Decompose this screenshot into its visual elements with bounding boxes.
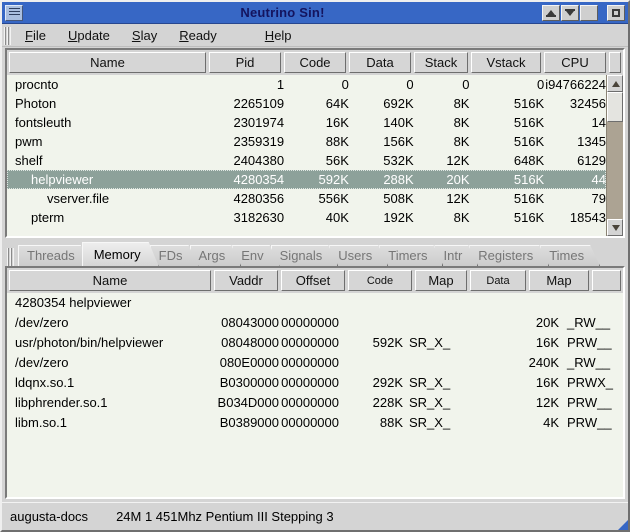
mem-col-header-vaddr[interactable]: Vaddr (214, 270, 278, 291)
hostname-label: augusta-docs (10, 509, 88, 524)
process-row-pterm[interactable]: pterm318263040K192K8K516K18543 (7, 208, 606, 227)
close-button[interactable] (607, 5, 625, 21)
menu-help[interactable]: Help (255, 26, 304, 45)
mem-col-header-code[interactable]: Code (348, 270, 412, 291)
tab-timers[interactable]: Timers (379, 245, 443, 266)
process-row-photon[interactable]: Photon226510964K692K8K516K32456 (7, 94, 606, 113)
arrow-up-icon (612, 81, 620, 87)
memory-row-ldqnx[interactable]: ldqnx.so.1B030000000000000292KSR_X_16KPR… (7, 373, 623, 393)
window-menu-button[interactable] (5, 5, 23, 21)
scrollbar-trough[interactable] (607, 122, 623, 219)
col-header-code[interactable]: Code (284, 52, 346, 73)
col-header-vstack[interactable]: Vstack (471, 52, 541, 73)
process-table-header: Name Pid Code Data Stack Vstack CPU (7, 50, 623, 75)
window-controls (542, 5, 625, 21)
process-row-shelf[interactable]: shelf240438056K532K12K648K6129 (7, 151, 606, 170)
mem-col-header-map2[interactable]: Map (529, 270, 589, 291)
menu-file[interactable]: File (15, 26, 58, 45)
memory-row-title[interactable]: 4280354 helpviewer (7, 293, 623, 313)
hamburger-icon (9, 8, 20, 17)
memory-row-devzero-1[interactable]: /dev/zero080430000000000020K_RW__ (7, 313, 623, 333)
detail-tab-bar: Threads Memory FDs Args Env Signals User… (5, 241, 625, 266)
expand-down-icon (566, 11, 574, 16)
tab-threads[interactable]: Threads (18, 245, 91, 266)
menubar-grip[interactable] (4, 27, 11, 45)
expand-button[interactable] (561, 5, 579, 21)
resize-grip[interactable] (618, 520, 628, 530)
col-header-data[interactable]: Data (349, 52, 411, 73)
header-spacer (609, 52, 621, 73)
scroll-down-button[interactable] (607, 219, 623, 236)
memory-table-panel: Name Vaddr Offset Code Map Data Map 4280… (5, 266, 625, 499)
tab-times[interactable]: Times (540, 245, 600, 266)
window-title: Neutrino Sin! (23, 5, 542, 20)
mem-col-header-data[interactable]: Data (470, 270, 526, 291)
app-window: Neutrino Sin! File Update Slay Ready Hel… (0, 0, 630, 532)
mem-col-header-offset[interactable]: Offset (281, 270, 345, 291)
process-row-pwm[interactable]: pwm235931988K156K8K516K1345 (7, 132, 606, 151)
scrollbar-thumb[interactable] (607, 92, 623, 122)
col-header-stack[interactable]: Stack (414, 52, 468, 73)
mem-col-header-name[interactable]: Name (9, 270, 211, 291)
arrow-down-icon (612, 225, 620, 231)
title-bar[interactable]: Neutrino Sin! (2, 2, 628, 24)
process-row-helpviewer-selected[interactable]: helpviewer4280354592K288K20K516K44 (7, 170, 606, 189)
col-header-pid[interactable]: Pid (209, 52, 281, 73)
collapse-button[interactable] (542, 5, 560, 21)
restore-square-icon (612, 9, 620, 17)
menu-ready[interactable]: Ready (169, 26, 229, 45)
tab-users[interactable]: Users (329, 245, 388, 266)
memory-row-libphrender[interactable]: libphrender.so.1B034D00000000000228KSR_X… (7, 393, 623, 413)
process-row-procnto[interactable]: procnto10000i94766224 (7, 75, 606, 94)
col-header-name[interactable]: Name (9, 52, 206, 73)
memory-rows: 4280354 helpviewer /dev/zero080430000000… (7, 293, 623, 497)
col-header-cpu[interactable]: CPU (544, 52, 606, 73)
tab-memory[interactable]: Memory (82, 242, 159, 266)
menu-update[interactable]: Update (58, 26, 122, 45)
process-table-panel: Name Pid Code Data Stack Vstack CPU proc… (5, 48, 625, 238)
mem-col-header-map[interactable]: Map (415, 270, 467, 291)
memory-row-libm[interactable]: libm.so.1B03890000000000088KSR_X_4KPRW__ (7, 413, 623, 433)
process-rows: procnto10000i94766224 Photon226510964K69… (7, 75, 606, 236)
menu-slay[interactable]: Slay (122, 26, 169, 45)
tabbar-grip[interactable] (7, 248, 14, 266)
memory-row-devzero-2[interactable]: /dev/zero080E000000000000240K_RW__ (7, 353, 623, 373)
process-row-vserver-file[interactable]: vserver.file4280356556K508K12K516K79 (7, 189, 606, 208)
mem-header-spacer (592, 270, 621, 291)
menu-bar: File Update Slay Ready Help (2, 25, 628, 47)
system-info-label: 24M 1 451Mhz Pentium III Stepping 3 (116, 509, 334, 524)
memory-table-header: Name Vaddr Offset Code Map Data Map (7, 268, 623, 293)
process-row-fontsleuth[interactable]: fontsleuth230197416K140K8K516K14 (7, 113, 606, 132)
tab-signals[interactable]: Signals (271, 245, 339, 266)
process-table-scrollbar[interactable] (606, 75, 623, 236)
scroll-up-button[interactable] (607, 75, 623, 92)
status-bar: augusta-docs 24M 1 451Mhz Pentium III St… (2, 502, 628, 530)
maximize-button[interactable] (580, 5, 598, 21)
tab-registers[interactable]: Registers (469, 245, 549, 266)
memory-row-helpviewer-bin[interactable]: usr/photon/bin/helpviewer080480000000000… (7, 333, 623, 353)
